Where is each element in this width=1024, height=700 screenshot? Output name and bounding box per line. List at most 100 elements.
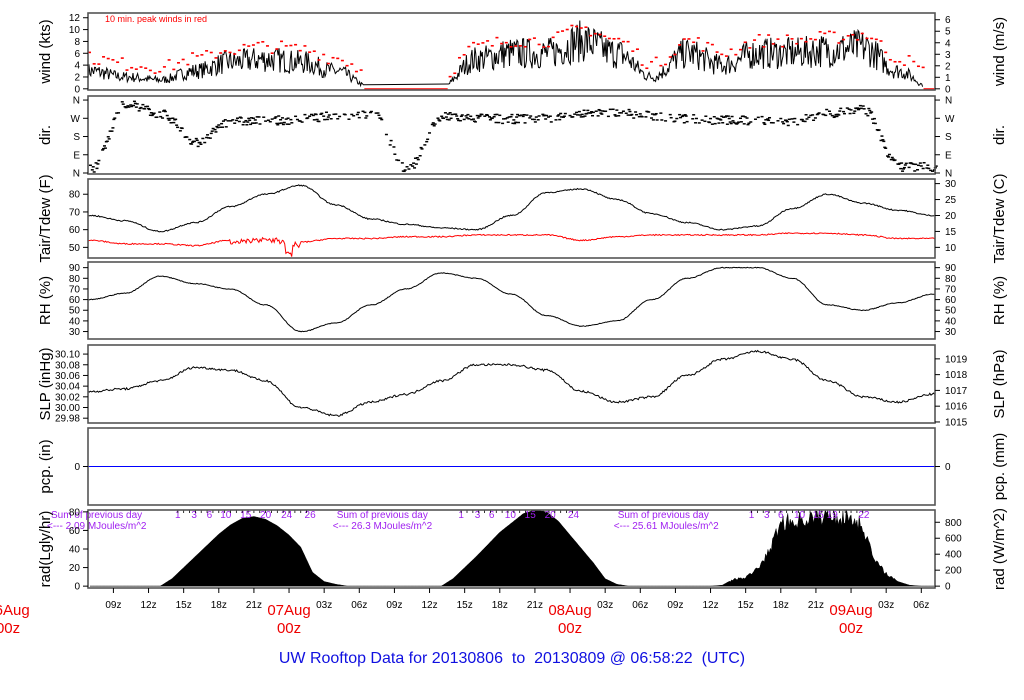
- sunshine-hour-label: 6: [207, 510, 213, 521]
- peak-wind-mark: [668, 56, 672, 58]
- peak-wind-mark: [359, 69, 363, 71]
- peak-wind-mark: [209, 51, 213, 54]
- wind-direction-mark: [276, 124, 280, 126]
- x-tick-label: 18z: [211, 600, 227, 611]
- peak-wind-mark: [125, 69, 129, 71]
- wind-direction-mark: [563, 112, 567, 115]
- wind-direction-mark: [721, 122, 725, 124]
- wind-direction-mark: [411, 165, 415, 167]
- wind-direction-mark: [495, 113, 499, 116]
- peak-wind-mark: [575, 25, 579, 28]
- wind-direction-mark: [413, 167, 417, 169]
- wind-direction-mark: [586, 109, 590, 112]
- wind-direction-mark: [350, 113, 354, 116]
- wind-right-tick-label: 5: [945, 27, 951, 38]
- wind-direction-mark: [190, 143, 194, 145]
- temp-left-tick-label: 70: [69, 207, 81, 218]
- x-tick-label: 06z: [913, 600, 929, 611]
- wind-direction-mark: [326, 116, 330, 118]
- wind-direction-mark: [389, 139, 393, 142]
- peak-wind-mark: [790, 38, 794, 40]
- wind-direction-mark: [549, 121, 553, 123]
- x-tick-label: 15z: [738, 600, 754, 611]
- wind-direction-mark: [90, 169, 94, 171]
- wind-direction-mark: [746, 123, 750, 126]
- wind-direction-mark: [432, 125, 436, 127]
- wind-direction-mark: [594, 110, 598, 112]
- daily-sum-value: <--- 2.09 MJoules/m^2: [47, 521, 147, 532]
- wind-direction-mark: [486, 114, 490, 117]
- peak-wind-mark: [912, 60, 916, 63]
- dir-left-tick-label: W: [71, 114, 81, 125]
- x-tick-label: 15z: [457, 600, 473, 611]
- peak-wind-mark: [289, 44, 293, 47]
- wind-direction-mark: [813, 117, 817, 119]
- temp-left-tick-label: 50: [69, 243, 81, 254]
- wind-direction-mark: [882, 140, 886, 143]
- wind-direction-mark: [454, 113, 458, 115]
- wind-direction-mark: [180, 127, 184, 130]
- peak-wind-mark: [827, 30, 831, 33]
- wind-direction-mark: [388, 144, 392, 146]
- wind-direction-mark: [614, 115, 618, 117]
- wind-direction-mark: [141, 103, 145, 106]
- wind-direction-mark: [673, 120, 677, 122]
- wind-direction-mark: [828, 113, 832, 115]
- wind-direction-mark: [638, 113, 642, 115]
- chart-title: UW Rooftop Data for 20130806 to 20130809…: [278, 650, 746, 667]
- peak-wind-mark: [181, 58, 185, 61]
- wind-direction-mark: [201, 137, 205, 140]
- wind-direction-mark: [135, 103, 139, 105]
- wind-direction-mark: [223, 119, 227, 121]
- wind-direction-mark: [132, 100, 136, 103]
- peak-wind-mark: [200, 54, 204, 56]
- wind-direction-mark: [600, 113, 604, 115]
- peak-wind-mark: [654, 56, 658, 59]
- wind-direction-mark: [95, 167, 99, 170]
- wind-direction-mark: [121, 103, 125, 105]
- wind-direction-mark: [176, 126, 180, 129]
- wind-direction-mark: [807, 116, 811, 119]
- peak-wind-mark: [537, 43, 541, 46]
- sunshine-hour-label: 15: [813, 510, 825, 521]
- wind-direction-mark: [380, 118, 384, 121]
- peak-wind-mark: [472, 41, 476, 44]
- wind-direction-mark: [206, 134, 210, 136]
- wind-direction-mark: [621, 110, 625, 112]
- peak-wind-mark: [635, 48, 639, 51]
- wind-direction-mark: [102, 145, 106, 147]
- temp-right-axis-label: Tair/Tdew (C): [991, 173, 1008, 263]
- wind-direction-mark: [282, 121, 286, 124]
- wind-direction-mark: [355, 113, 359, 116]
- wind-direction-mark: [582, 109, 586, 112]
- wind-direction-mark: [919, 165, 923, 167]
- wind-direction-mark: [632, 117, 636, 119]
- wind-direction-mark: [827, 110, 831, 112]
- rh-right-tick-label: 50: [945, 306, 957, 317]
- wind-direction-mark: [407, 168, 411, 170]
- peak-wind-mark: [706, 41, 710, 44]
- wind-direction-mark: [426, 138, 430, 141]
- dir-left-tick-label: E: [73, 150, 80, 161]
- wind-direction-mark: [172, 121, 176, 124]
- sunshine-hour-label: 10: [220, 510, 232, 521]
- peak-wind-mark: [893, 60, 897, 63]
- peak-wind-mark: [757, 34, 761, 36]
- peak-wind-mark: [546, 45, 550, 48]
- dir-right-tick-label: E: [945, 150, 952, 161]
- x-tick-label: 15z: [176, 600, 192, 611]
- rh-right-tick-label: 70: [945, 284, 957, 295]
- slp-left-axis-label: SLP (inHg): [37, 347, 54, 420]
- wind-direction-mark: [893, 159, 897, 161]
- wind-direction-mark: [627, 108, 631, 111]
- wind-direction-mark: [606, 115, 610, 118]
- wind-direction-mark: [369, 110, 373, 113]
- wind-direction-mark: [171, 117, 175, 119]
- wind-direction-mark: [842, 110, 846, 113]
- wind-direction-mark: [589, 112, 593, 114]
- wind-direction-mark: [258, 123, 262, 125]
- dir-left-tick-label: N: [73, 96, 80, 107]
- wind-direction-mark: [103, 147, 107, 149]
- wind-direction-mark: [514, 121, 518, 124]
- wind-direction-mark: [729, 122, 733, 125]
